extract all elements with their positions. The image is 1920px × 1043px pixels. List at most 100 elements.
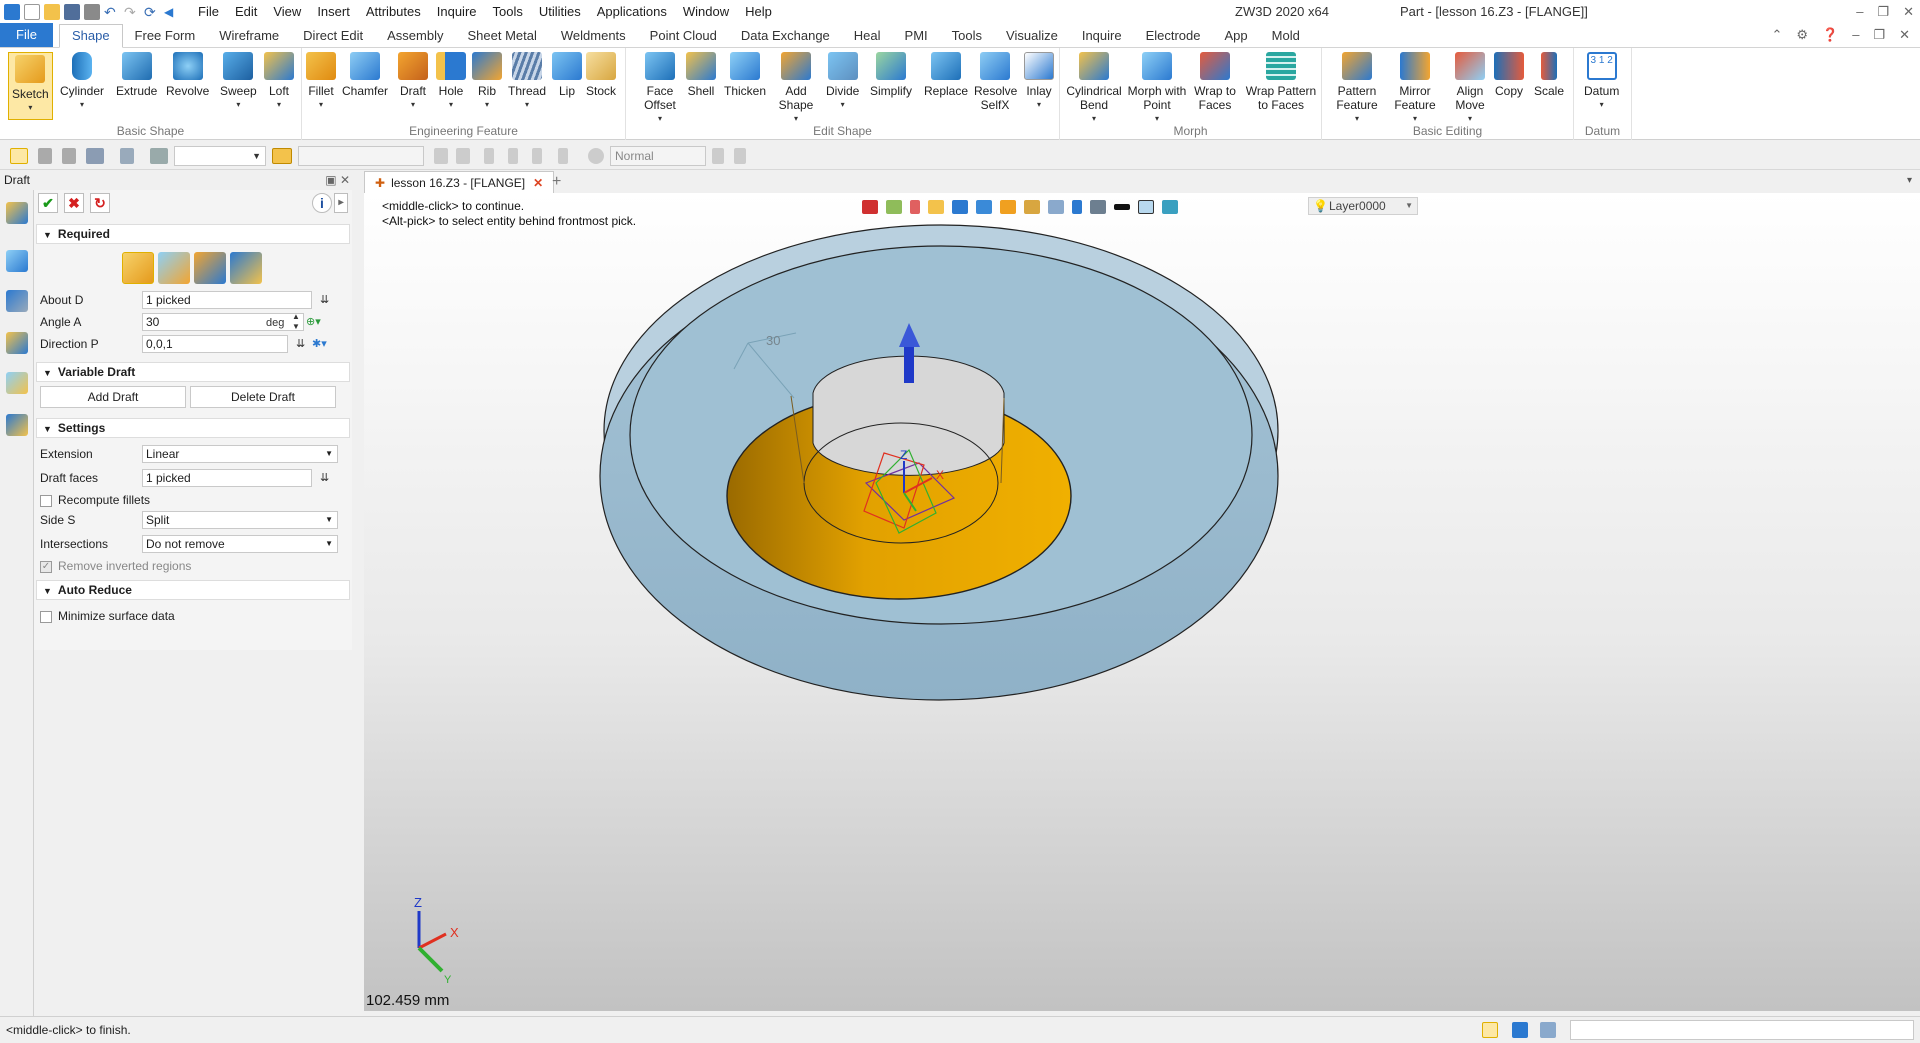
extension-select[interactable]: Linear ▼ <box>142 445 338 463</box>
redo-icon[interactable]: ↷ <box>124 4 140 20</box>
new-tab-icon[interactable]: + <box>552 171 561 193</box>
apply-icon[interactable]: ↻ <box>90 193 110 213</box>
shell-button[interactable]: Shell <box>686 52 716 98</box>
replace-button[interactable]: Replace <box>924 52 968 98</box>
restore-icon[interactable]: ❐ <box>1877 0 1889 24</box>
tab-sheet-metal[interactable]: Sheet Metal <box>456 25 549 47</box>
about-field[interactable]: 1 picked <box>142 291 312 309</box>
status-screen-icon[interactable] <box>1512 1022 1528 1038</box>
align-move-button[interactable]: Align Move ▾ <box>1450 52 1490 126</box>
tab-inquire[interactable]: Inquire <box>1070 25 1134 47</box>
tab-direct-edit[interactable]: Direct Edit <box>291 25 375 47</box>
save-icon[interactable] <box>64 4 80 20</box>
list-filter-icon[interactable] <box>150 148 168 164</box>
tab-weldments[interactable]: Weldments <box>549 25 638 47</box>
wrap-to-faces-button[interactable]: Wrap to Faces <box>1194 52 1236 112</box>
tab-point-cloud[interactable]: Point Cloud <box>638 25 729 47</box>
menu-tools[interactable]: Tools <box>485 0 531 24</box>
intersections-select[interactable]: Do not remove ▼ <box>142 535 338 553</box>
menu-file[interactable]: File <box>190 0 227 24</box>
datum-button[interactable]: 3 1 2 Datum ▾ <box>1584 52 1619 112</box>
status-view-icon[interactable] <box>1482 1022 1498 1038</box>
menu-window[interactable]: Window <box>675 0 737 24</box>
command-input[interactable] <box>1570 1020 1914 1040</box>
menu-help[interactable]: Help <box>737 0 780 24</box>
back-arrow-icon[interactable]: ◀ <box>164 4 180 20</box>
recompute-checkbox[interactable] <box>40 494 52 507</box>
divide-button[interactable]: Divide ▾ <box>826 52 859 112</box>
pick-mode-icon[interactable] <box>86 148 104 164</box>
info-icon[interactable]: i <box>312 193 332 213</box>
tab-heal[interactable]: Heal <box>842 25 893 47</box>
tab-free-form[interactable]: Free Form <box>123 25 208 47</box>
print-icon[interactable] <box>84 4 100 20</box>
sketch-button[interactable]: Sketch ▾ <box>8 52 53 120</box>
new-file-icon[interactable] <box>24 4 40 20</box>
menu-insert[interactable]: Insert <box>309 0 358 24</box>
open-folder-icon[interactable] <box>44 4 60 20</box>
filter-combo[interactable]: ▼ <box>174 146 266 166</box>
pattern-feature-button[interactable]: Pattern Feature ▾ <box>1332 52 1382 126</box>
menu-utilities[interactable]: Utilities <box>531 0 589 24</box>
rib-button[interactable]: Rib ▾ <box>472 52 502 112</box>
section-required[interactable]: ▼ Required <box>36 224 350 244</box>
tab-shape[interactable]: Shape <box>58 24 123 48</box>
image-icon[interactable] <box>6 372 28 394</box>
double-chevron-icon[interactable]: ⇊ <box>320 290 329 310</box>
inlay-button[interactable]: Inlay ▾ <box>1024 52 1054 112</box>
cylinder-button[interactable]: Cylinder ▾ <box>60 52 104 112</box>
simplify-button[interactable]: Simplify <box>870 52 912 98</box>
smart-pick-icon[interactable] <box>272 148 292 164</box>
section-auto-reduce[interactable]: ▼ Auto Reduce <box>36 580 350 600</box>
lasso-icon[interactable] <box>120 148 134 164</box>
minimize-checkbox[interactable] <box>40 610 52 623</box>
cylindrical-bend-button[interactable]: Cylindrical Bend ▾ <box>1066 52 1122 126</box>
stock-button[interactable]: Stock <box>586 52 616 98</box>
panel-restore-icon[interactable]: ❐ <box>1873 27 1885 43</box>
doc-tab-flange[interactable]: ✚ lesson 16.Z3 - [FLANGE] ✕ <box>364 171 555 193</box>
section-settings[interactable]: ▼ Settings <box>36 418 350 438</box>
feature-panel-icon[interactable] <box>6 202 28 224</box>
collapse-ribbon-icon[interactable]: ⌃ <box>1771 27 1782 43</box>
delete-draft-button[interactable]: Delete Draft <box>190 386 336 408</box>
menu-applications[interactable]: Applications <box>589 0 675 24</box>
menu-attributes[interactable]: Attributes <box>358 0 429 24</box>
double-chevron-icon[interactable]: ⇊ <box>320 468 329 488</box>
direction-chevron-icon[interactable]: ⇊ <box>296 334 305 354</box>
tab-assembly[interactable]: Assembly <box>375 25 455 47</box>
graphics-viewport[interactable]: <middle-click> to continue. <Alt-pick> t… <box>364 193 1920 1011</box>
history-tree-icon[interactable] <box>6 250 28 272</box>
hole-button[interactable]: Hole ▾ <box>436 52 466 112</box>
fillet-button[interactable]: Fillet ▾ <box>306 52 336 112</box>
tab-file[interactable]: File <box>0 23 53 47</box>
resolve-selfx-button[interactable]: Resolve SelfX <box>974 52 1017 112</box>
panel-expand-icon[interactable]: ▸ <box>334 193 348 213</box>
revolve-button[interactable]: Revolve <box>166 52 209 98</box>
tab-visualize[interactable]: Visualize <box>994 25 1070 47</box>
angle-options-icon[interactable]: ⊕▾ <box>306 312 321 332</box>
close-icon[interactable]: ✕ <box>1903 0 1914 24</box>
tabs-menu-icon[interactable]: ▾ <box>1907 175 1912 186</box>
undo-icon[interactable]: ↶ <box>104 4 120 20</box>
morph-with-point-button[interactable]: Morph with Point ▾ <box>1126 52 1188 126</box>
menu-edit[interactable]: Edit <box>227 0 265 24</box>
panel-pin-close-icon[interactable]: ▣ ✕ <box>325 171 350 189</box>
snap-icon[interactable] <box>38 148 52 164</box>
part-icon[interactable] <box>6 332 28 354</box>
filter-icon[interactable] <box>62 148 76 164</box>
draft-type-face-icon[interactable] <box>122 252 154 284</box>
user-icon[interactable] <box>6 414 28 436</box>
mirror-feature-button[interactable]: Mirror Feature ▾ <box>1390 52 1440 126</box>
tab-data-exchange[interactable]: Data Exchange <box>729 25 842 47</box>
angle-spinner-icon[interactable]: ▲ ▼ <box>292 312 300 332</box>
draft-type-parting-icon[interactable] <box>194 252 226 284</box>
loft-button[interactable]: Loft ▾ <box>264 52 294 112</box>
tab-pmi[interactable]: PMI <box>893 25 940 47</box>
thread-button[interactable]: Thread ▾ <box>508 52 546 112</box>
thicken-button[interactable]: Thicken <box>724 52 766 98</box>
face-offset-button[interactable]: Face Offset ▾ <box>640 52 680 126</box>
add-draft-button[interactable]: Add Draft <box>40 386 186 408</box>
assembly-tree-icon[interactable] <box>6 290 28 312</box>
draft-type-edge-icon[interactable] <box>230 252 262 284</box>
close-tab-icon[interactable]: ✕ <box>533 176 543 190</box>
